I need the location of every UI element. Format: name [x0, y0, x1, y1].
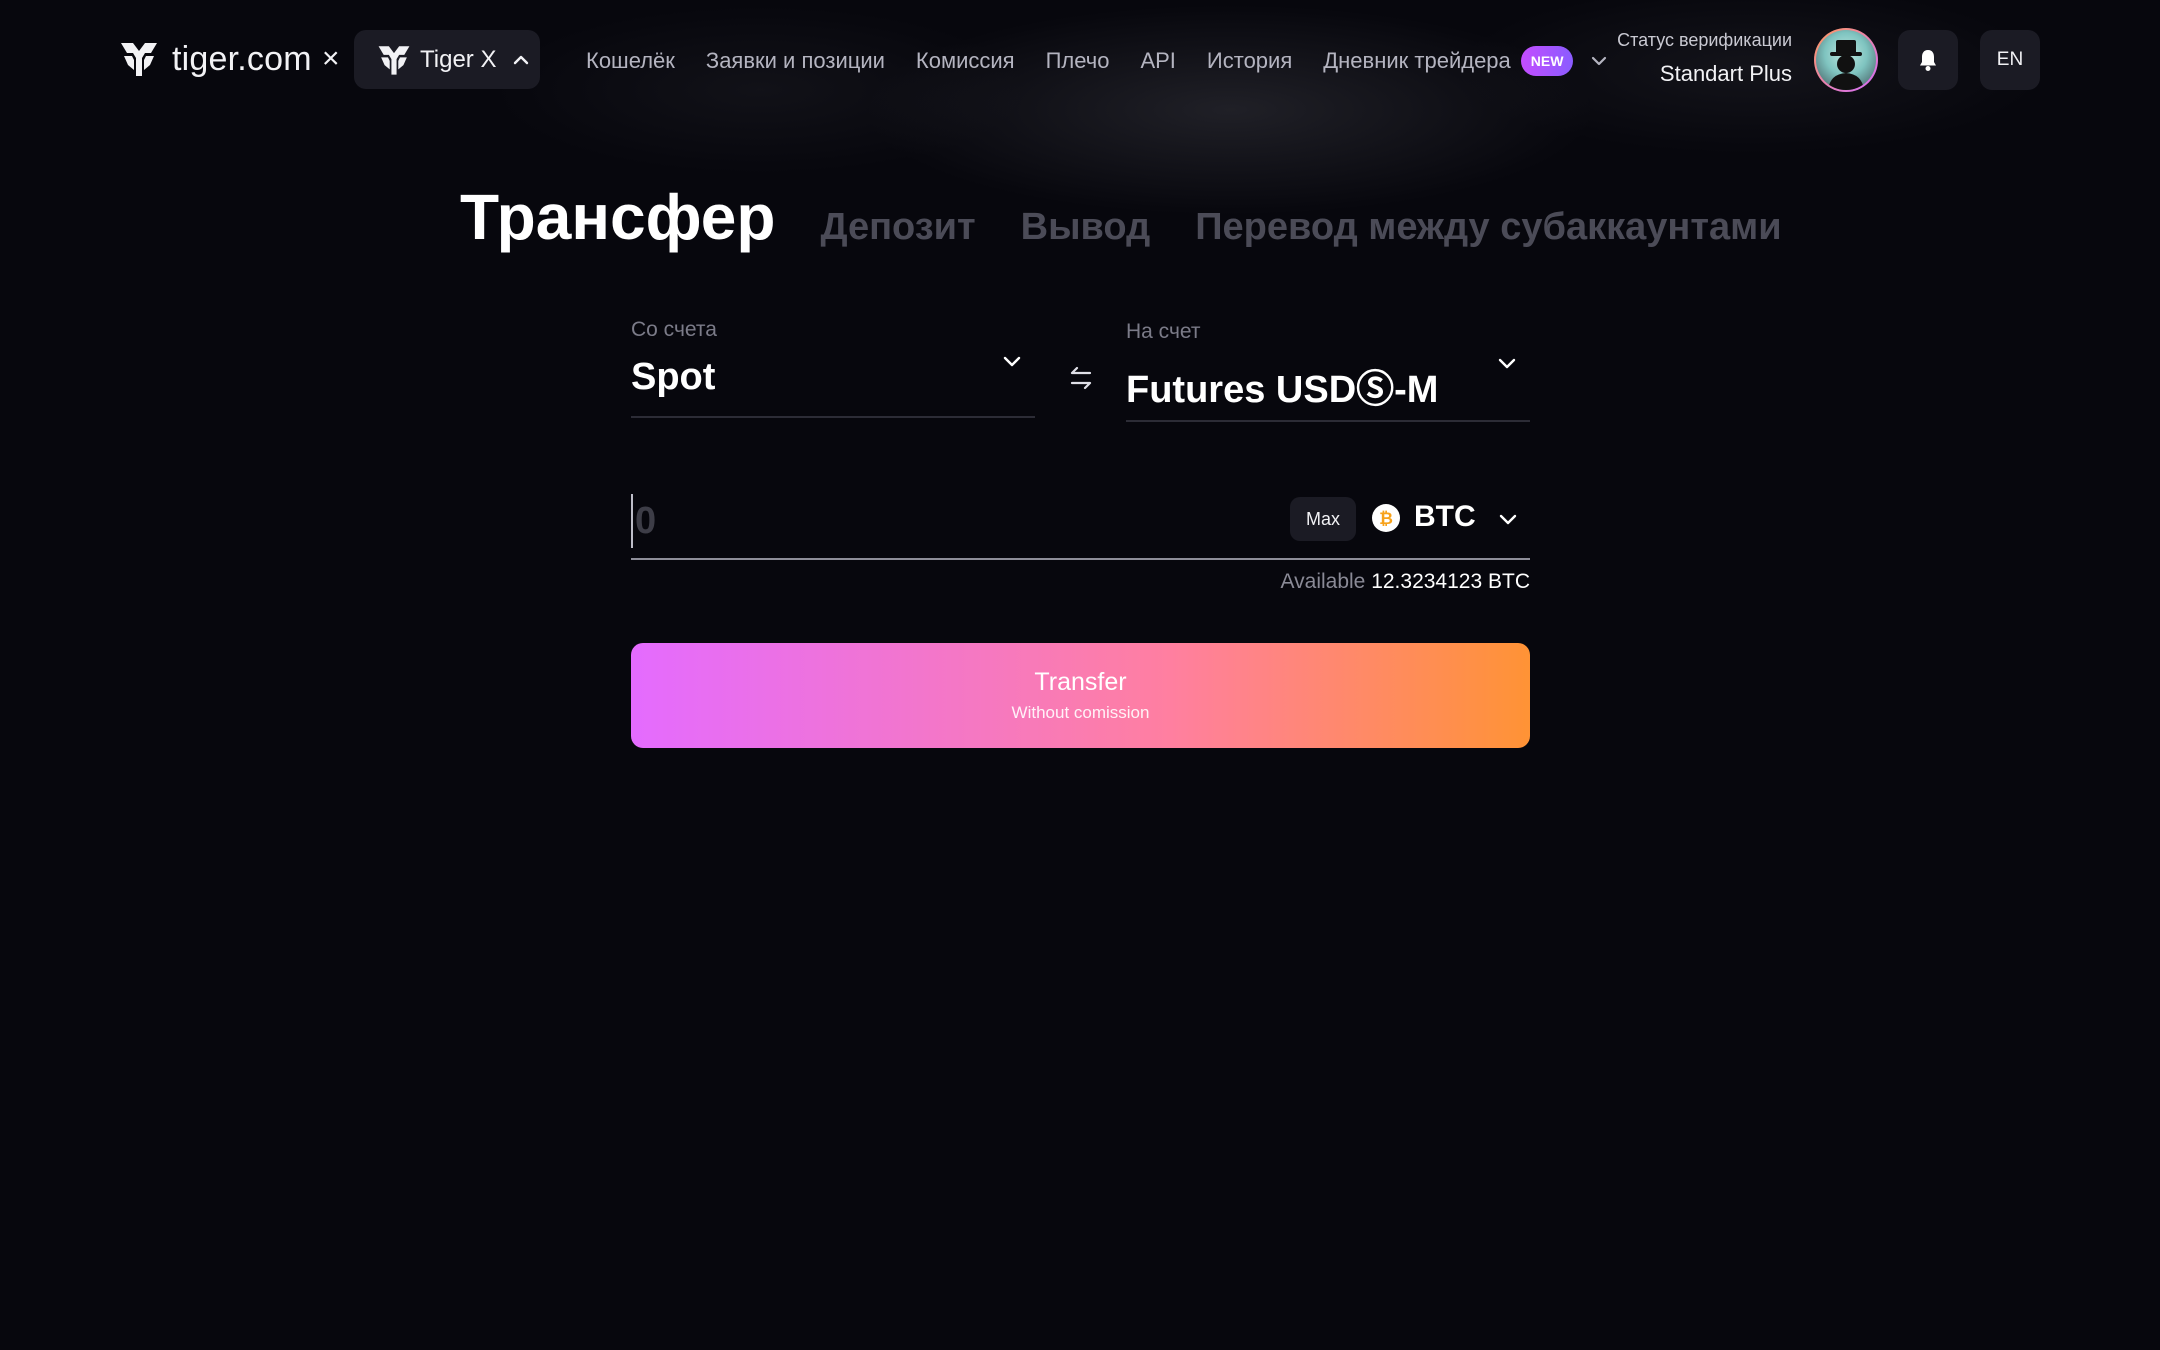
tab-deposit[interactable]: Депозит: [820, 206, 975, 249]
tiger-x-logo-icon: [378, 45, 410, 75]
amount-input[interactable]: [631, 494, 1237, 548]
nav-api[interactable]: API: [1140, 48, 1175, 74]
tab-subaccount-transfer[interactable]: Перевод между субаккаунтами: [1195, 206, 1781, 249]
main-nav: Кошелёк Заявки и позиции Комиссия Плечо …: [586, 46, 1609, 76]
transfer-button-subtitle: Without comission: [1011, 703, 1150, 722]
nav-leverage[interactable]: Плечо: [1046, 48, 1110, 74]
from-account-select[interactable]: Со счета Spot: [631, 318, 1035, 418]
amount-field: Max ₿ BTC: [631, 490, 1530, 560]
brand-separator: ×: [322, 42, 340, 75]
available-value: 12.3234123 BTC: [1371, 570, 1530, 593]
available-label: Available: [1280, 570, 1366, 593]
nav-history[interactable]: История: [1207, 48, 1292, 74]
new-badge: NEW: [1520, 46, 1574, 76]
chevron-down-icon: [1498, 358, 1516, 369]
max-button[interactable]: Max: [1290, 497, 1356, 541]
chevron-down-icon[interactable]: [1589, 51, 1609, 71]
swap-arrows-icon[interactable]: [1066, 363, 1096, 393]
verification-value: Standart Plus: [1659, 61, 1792, 86]
to-account-label: На счет: [1126, 320, 1201, 343]
transfer-button[interactable]: Transfer Without comission: [631, 643, 1530, 748]
nav-fees[interactable]: Комиссия: [916, 48, 1015, 74]
verification-status[interactable]: Статус верификации Standart Plus: [1617, 30, 1792, 87]
product-name: Tiger X: [420, 45, 497, 73]
chevron-down-icon: [1003, 356, 1021, 367]
tiger-logo-icon: [121, 43, 157, 76]
product-switcher[interactable]: Tiger X: [354, 30, 540, 89]
to-account-select[interactable]: На счет Futures USDⓈ-M: [1126, 320, 1530, 422]
currency-label[interactable]: BTC: [1414, 500, 1476, 534]
bitcoin-icon: ₿: [1372, 504, 1400, 532]
nav-orders-positions[interactable]: Заявки и позиции: [706, 48, 885, 74]
top-header: tiger.com × Tiger X Кошелёк Заявки и поз…: [0, 0, 2160, 120]
verification-label: Статус верификации: [1617, 30, 1792, 50]
svg-text:₿: ₿: [1379, 509, 1393, 529]
nav-wallet[interactable]: Кошелёк: [586, 48, 675, 74]
avatar-image: [1816, 30, 1876, 90]
from-account-value: Spot: [631, 356, 716, 398]
to-account-value: Futures USDⓈ-M: [1126, 369, 1439, 411]
tab-transfer[interactable]: Трансфер: [460, 180, 775, 254]
brand-name: tiger.com: [172, 39, 312, 78]
from-account-label: Со счета: [631, 318, 717, 341]
avatar[interactable]: [1814, 28, 1878, 92]
avatar-silhouette-icon: [1828, 40, 1864, 90]
available-balance: Available 12.3234123 BTC: [1281, 570, 1530, 594]
chevron-down-icon[interactable]: [1497, 508, 1519, 530]
transfer-tabs: Трансфер Депозит Вывод Перевод между суб…: [460, 180, 1827, 254]
bell-icon: [1920, 50, 1936, 71]
language-button[interactable]: EN: [1980, 30, 2040, 90]
notifications-button[interactable]: [1898, 30, 1958, 90]
tab-withdraw[interactable]: Вывод: [1021, 206, 1151, 249]
transfer-button-title: Transfer: [1034, 668, 1127, 696]
brand-logo[interactable]: tiger.com: [118, 38, 312, 80]
nav-trader-journal[interactable]: Дневник трейдера: [1323, 48, 1511, 74]
chevron-up-icon: [514, 55, 529, 64]
